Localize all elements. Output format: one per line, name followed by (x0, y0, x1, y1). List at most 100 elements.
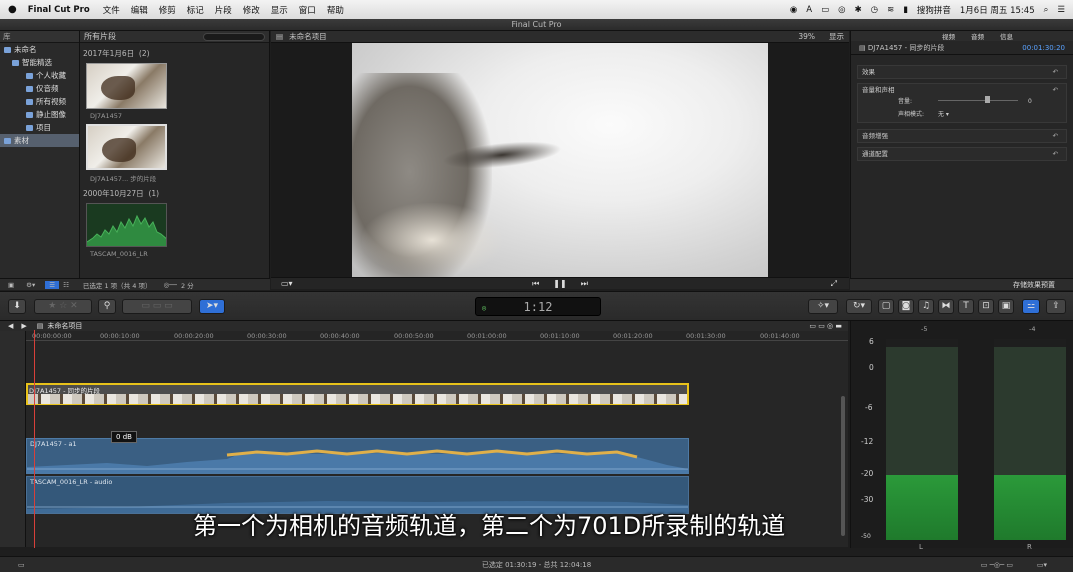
library-toggle-icon[interactable]: ▣ (8, 281, 14, 289)
playhead[interactable] (34, 330, 35, 548)
keyword-icon[interactable]: ⚲ (98, 299, 116, 314)
dashboard-timecode[interactable]: ◎ 1:12 (475, 297, 601, 316)
back-arrow-icon[interactable]: ◀ (8, 322, 13, 330)
music-icon[interactable]: ♫ (918, 299, 934, 314)
menu-mark[interactable]: 标记 (187, 4, 204, 16)
retime-icon[interactable]: ↻▾ (846, 299, 872, 314)
screen-icon[interactable]: ▭ (821, 5, 829, 15)
reset-icon[interactable]: ↶ (1053, 148, 1058, 160)
list-icon[interactable]: ☰ (1057, 5, 1065, 15)
browser-search-field[interactable] (203, 32, 265, 41)
library-item-favorites[interactable]: 个人收藏 (0, 69, 79, 82)
bluetooth-icon[interactable]: ✱ (855, 5, 862, 15)
search-icon[interactable]: ⌕ (1044, 5, 1049, 15)
reset-icon[interactable]: ↶ (1053, 66, 1058, 78)
menu-help[interactable]: 帮助 (327, 4, 344, 16)
timeline-options-icons[interactable]: ▭ ▭ ◎ ▬ (809, 322, 842, 330)
clip-appearance-icon[interactable]: ▭▾ (1037, 557, 1047, 572)
group-header-2017[interactable]: 2017年1月6日 (2) (80, 43, 269, 59)
share-icon[interactable]: ⇪ (1046, 299, 1066, 314)
inspector-toggle-icon[interactable]: ⚍ (1022, 299, 1040, 314)
audio-meter-icon: ◎ (482, 304, 487, 312)
audio-clip-thumbnail[interactable] (86, 203, 167, 247)
video-frame[interactable] (352, 43, 768, 277)
crop-icon[interactable]: ▢ (878, 299, 894, 314)
view-options-icon[interactable]: ▭▾ (281, 279, 293, 288)
list-view-icon[interactable]: ☷ (63, 281, 69, 289)
library-item-audio[interactable]: 仅音频 (0, 82, 79, 95)
rating-buttons[interactable]: ★ ☆ ✕ (34, 299, 92, 314)
library-item-projects[interactable]: 项目 (0, 121, 79, 134)
adobe-icon[interactable]: A (806, 5, 812, 15)
clip-thumbnail-1[interactable] (86, 63, 167, 109)
themes-icon[interactable]: ▣ (998, 299, 1014, 314)
timeline-ruler[interactable]: 00:00:00:00 00:00:10:00 00:00:20:00 00:0… (26, 331, 848, 341)
save-effects-preset-button[interactable]: 存储效果预置 (850, 278, 1073, 290)
library-item-footage[interactable]: 素材 (0, 134, 79, 147)
group-header-2000[interactable]: 2000年10月27日 (1) (80, 183, 269, 199)
import-icon[interactable]: ⬇ (8, 299, 26, 314)
clip-thumbnail-2[interactable] (86, 124, 167, 170)
wifi-icon[interactable]: ≋ (887, 5, 894, 15)
menu-view[interactable]: 显示 (271, 4, 288, 16)
library-icon (4, 46, 11, 53)
library-item-stills[interactable]: 静止图像 (0, 108, 79, 121)
app-menu[interactable]: Final Cut Pro (28, 5, 90, 15)
pan-mode-dropdown[interactable]: 无 ▾ (938, 109, 949, 121)
menu-clip[interactable]: 片段 (215, 4, 232, 16)
library-item-smart[interactable]: 智能精选 (0, 56, 79, 69)
display-dropdown[interactable]: 显示 (829, 31, 844, 42)
timeline-zoom-slider[interactable]: ▭ ─◎─ ▭ (981, 557, 1013, 572)
menu-window[interactable]: 窗口 (299, 4, 316, 16)
filmstrip-view-icon[interactable]: ☰ (45, 280, 60, 289)
audio-meters: 6 0 -6 -12 -20 -30 -50 -5 -4 L R (850, 321, 1073, 551)
clock[interactable]: 1月6日 周五 15:45 (960, 4, 1035, 16)
right-channel-label: R (1027, 543, 1032, 551)
tab-video[interactable]: 视频 (942, 31, 955, 41)
forward-arrow-icon[interactable]: ▶ (21, 322, 26, 330)
tab-audio[interactable]: 音频 (971, 31, 984, 41)
section-channel-config[interactable]: 通道配置 ↶ (857, 147, 1067, 161)
magic-wand-icon[interactable]: ✧▾ (808, 299, 838, 314)
zoom-dropdown[interactable]: 39% (798, 32, 815, 41)
section-audio-enhancement[interactable]: 音频增强 ↶ (857, 129, 1067, 143)
reset-icon[interactable]: ↶ (1053, 130, 1058, 142)
waveform-icon (87, 214, 166, 246)
record-icon[interactable]: ◉ (790, 5, 797, 15)
battery-icon[interactable]: ▮ (903, 5, 908, 15)
eye-icon[interactable]: ◎ (838, 5, 845, 15)
fullscreen-icon[interactable]: ⤢ (831, 279, 837, 289)
timeline-video-clip[interactable]: DJ7A1457 - 同步的片段 (26, 383, 689, 405)
index-icon[interactable]: ▭ (18, 557, 25, 572)
section-effects[interactable]: 效果 ↶ (857, 65, 1067, 79)
menu-edit[interactable]: 编辑 (131, 4, 148, 16)
zoom-slider[interactable]: ◎── (163, 281, 177, 289)
timeline-audio-clip-1[interactable]: DJ7A1457 - a1 (26, 438, 689, 474)
edit-buttons[interactable]: ▭ ▭ ▭ (122, 299, 192, 314)
library-item-unnamed[interactable]: 未命名 (0, 43, 79, 56)
volume-value[interactable]: 0 (1028, 96, 1032, 108)
section-volume-pan[interactable]: 音量和声相 ↶ 音量: 0 声相模式: 无 ▾ (857, 83, 1067, 123)
transitions-icon[interactable]: ⧓ (938, 299, 954, 314)
input-method[interactable]: 搜狗拼音 (917, 4, 951, 16)
menu-file[interactable]: 文件 (103, 4, 120, 16)
menu-trim[interactable]: 修剪 (159, 4, 176, 16)
tab-info[interactable]: 信息 (1000, 31, 1013, 41)
time-machine-icon[interactable]: ◷ (871, 5, 878, 15)
volume-slider-knob[interactable] (985, 96, 990, 103)
viewer-project-name: 未命名项目 (289, 32, 327, 41)
settings-gear-icon[interactable]: ⚙▾ (26, 281, 35, 289)
next-edit-icon[interactable]: ⏭ (581, 279, 588, 289)
library-item-video[interactable]: 所有视频 (0, 95, 79, 108)
apple-menu-icon[interactable]: ● (8, 4, 17, 15)
previous-edit-icon[interactable]: ⏮ (532, 279, 539, 289)
clip-filter-dropdown[interactable]: 所有片段 (84, 31, 116, 42)
titles-icon[interactable]: T (958, 299, 974, 314)
photo-icon[interactable]: ◙ (898, 299, 914, 314)
play-pause-icon[interactable]: ❚❚ (553, 279, 566, 288)
volume-slider[interactable] (938, 100, 1018, 101)
reset-icon[interactable]: ↶ (1053, 84, 1058, 96)
generators-icon[interactable]: ⊡ (978, 299, 994, 314)
menu-modify[interactable]: 修改 (243, 4, 260, 16)
select-tool-icon[interactable]: ➤▾ (199, 299, 225, 314)
